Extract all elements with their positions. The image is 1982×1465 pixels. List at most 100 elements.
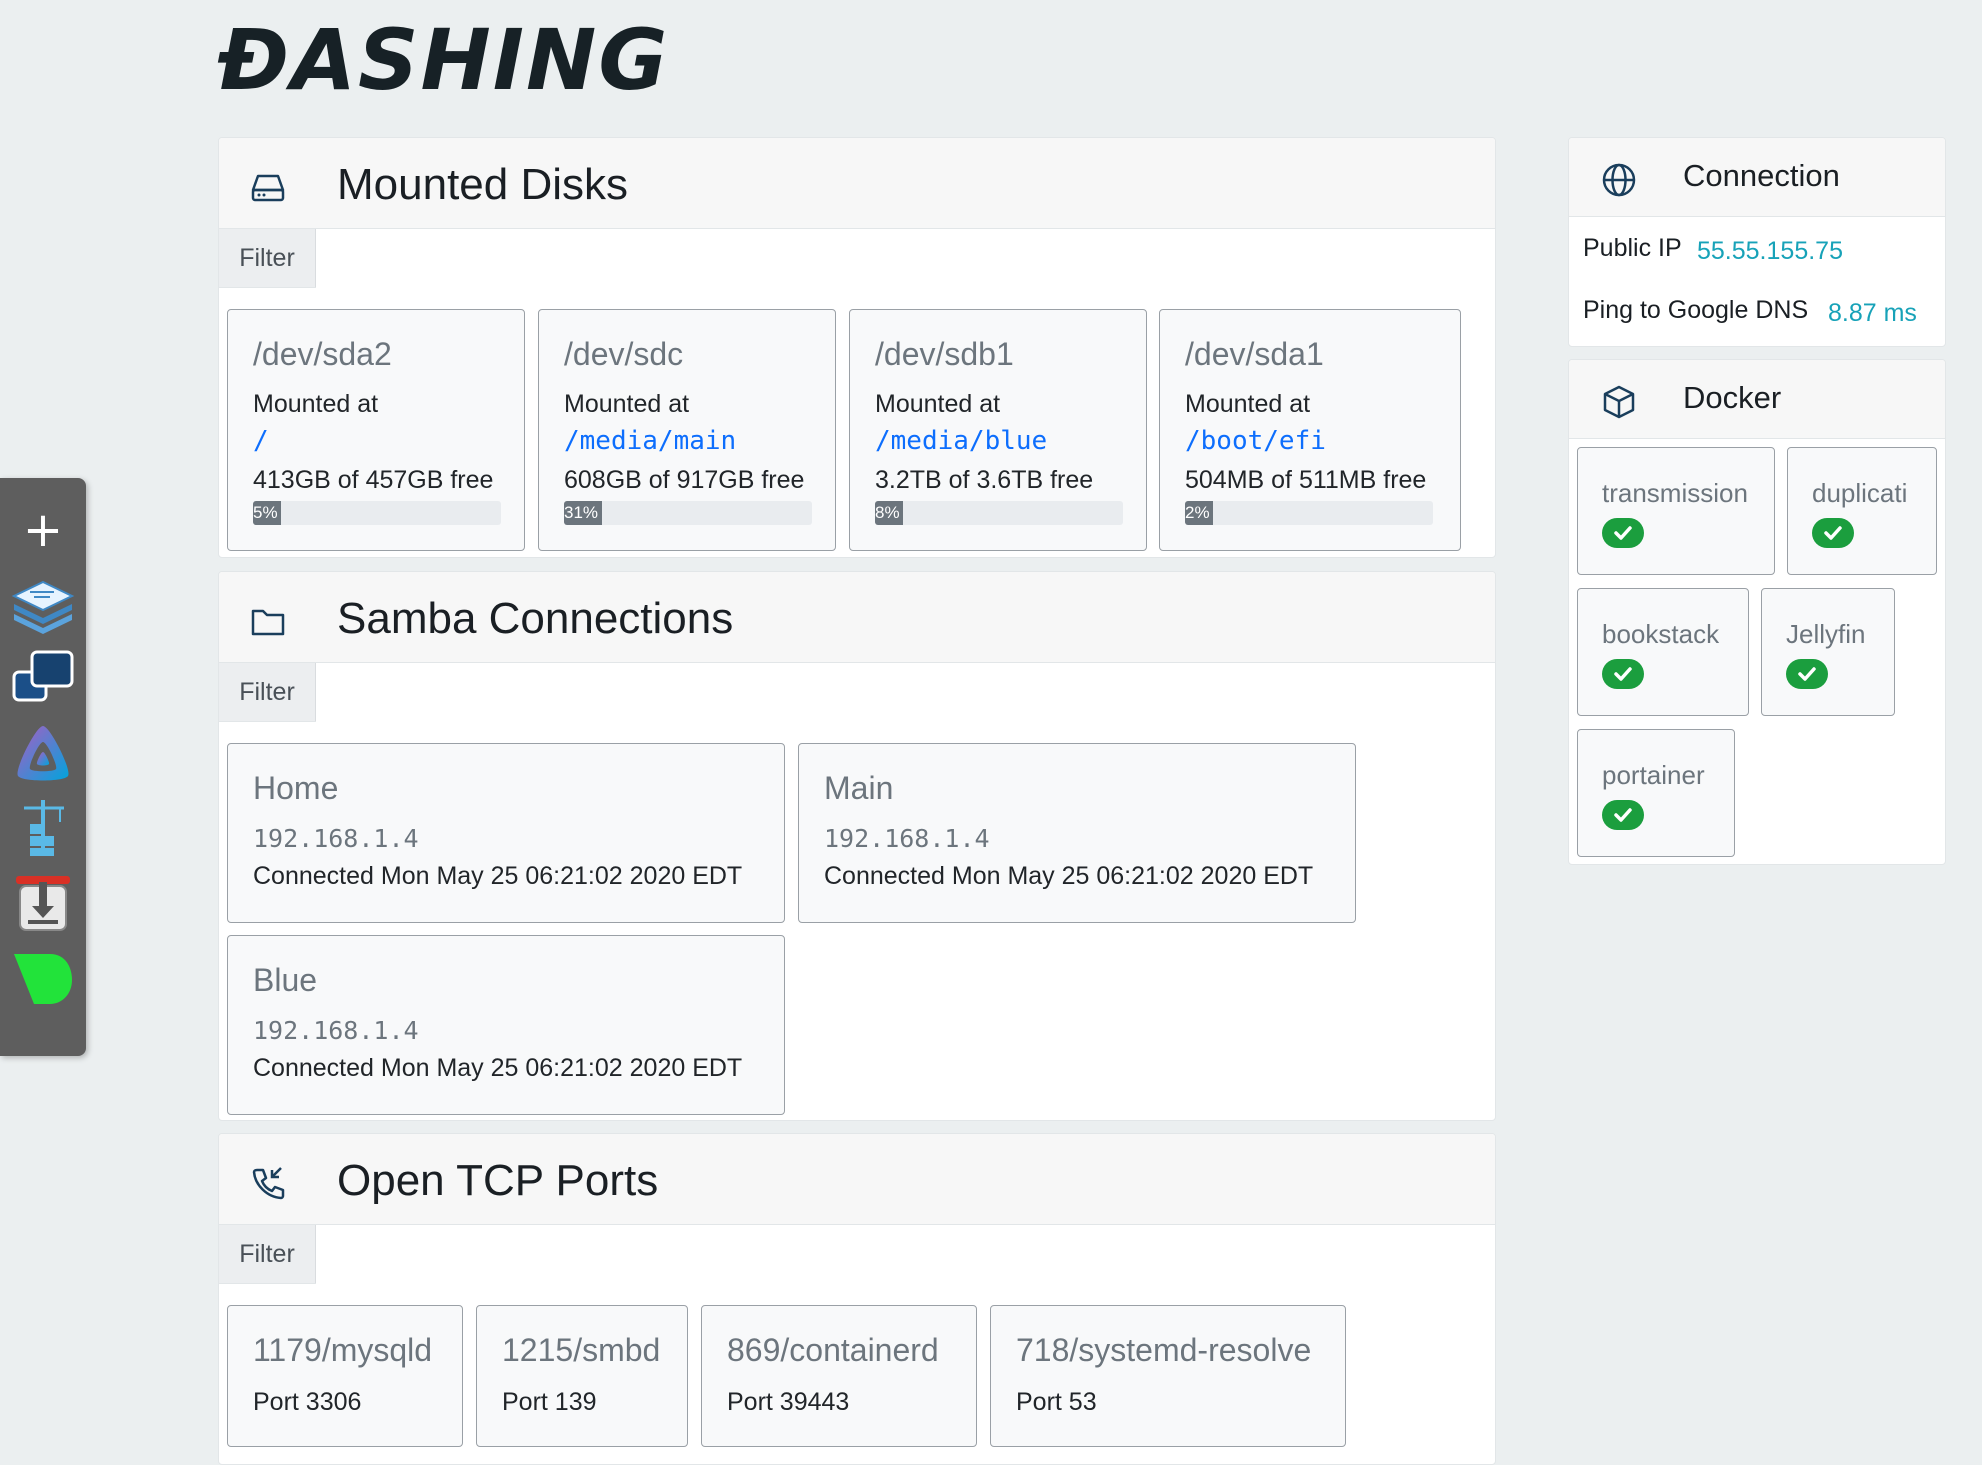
disk-usage-fill: 2% <box>1185 501 1213 525</box>
disk-mount-link[interactable]: /boot/efi <box>1185 426 1326 456</box>
dock-item-transmission[interactable] <box>10 872 76 936</box>
connection-title: Connection <box>1683 158 1840 193</box>
container-name: Jellyfin <box>1786 619 1866 649</box>
tcp-ports-title: Open TCP Ports <box>337 1156 659 1205</box>
docker-container-card[interactable]: bookstack <box>1577 588 1749 716</box>
dock-item-green-app[interactable] <box>10 946 76 1010</box>
docker-container-card[interactable]: Jellyfin <box>1761 588 1895 716</box>
tcp-port-process: 869/containerd <box>727 1332 939 1368</box>
hard-drive-icon <box>251 174 285 202</box>
docker-container-card[interactable]: duplicati <box>1787 447 1937 575</box>
mounted-at-label: Mounted at <box>253 390 379 418</box>
disk-usage: 3.2TB of 3.6TB free <box>875 466 1094 494</box>
mounted-disks-title: Mounted Disks <box>337 160 629 209</box>
samba-share-name: Main <box>824 770 894 806</box>
tcp-port-number: Port 139 <box>502 1388 597 1416</box>
tcp-ports-filter: Filter <box>219 1225 1495 1285</box>
disk-card: /dev/sda2 Mounted at / 413GB of 457GB fr… <box>227 309 525 551</box>
phone-incoming-icon <box>252 1167 285 1200</box>
disk-device: /dev/sdc <box>564 336 684 372</box>
tcp-port-process: 718/systemd-resolve <box>1016 1332 1312 1368</box>
mounted-disks-filter-input[interactable] <box>316 229 1495 289</box>
folder-icon <box>251 609 285 636</box>
tcp-port-card: 718/systemd-resolve Port 53 <box>990 1305 1346 1447</box>
globe-icon <box>1602 163 1636 197</box>
stacked-layers-icon <box>11 580 75 634</box>
container-name: duplicati <box>1812 478 1908 508</box>
status-badge <box>1602 800 1644 830</box>
samba-client-ip: 192.168.1.4 <box>253 824 419 853</box>
status-badge <box>1602 518 1644 548</box>
docker-title: Docker <box>1683 380 1782 415</box>
mounted-disks-header: Mounted Disks <box>219 138 1495 229</box>
add-app-button[interactable]: + <box>10 498 76 562</box>
samba-share-name: Home <box>253 770 339 806</box>
check-icon <box>1614 808 1632 822</box>
disk-card: /dev/sdc Mounted at /media/main 608GB of… <box>538 309 836 551</box>
disk-mount-link[interactable]: / <box>253 426 269 456</box>
check-icon <box>1824 526 1842 540</box>
mounted-disks-panel: Mounted Disks Filter /dev/sda2 Mounted a… <box>218 137 1496 558</box>
tcp-port-number: Port 3306 <box>253 1388 362 1416</box>
samba-panel: Samba Connections Filter Home 192.168.1.… <box>218 571 1496 1121</box>
tcp-port-process: 1215/smbd <box>502 1332 661 1368</box>
mounted-at-label: Mounted at <box>1185 390 1311 418</box>
tcp-ports-header: Open TCP Ports <box>219 1134 1495 1225</box>
disk-mount-link[interactable]: /media/blue <box>875 426 1047 456</box>
disk-mount-link[interactable]: /media/main <box>564 426 736 456</box>
tcp-port-process: 1179/mysqld <box>253 1332 433 1368</box>
tcp-port-number: Port 39443 <box>727 1388 850 1416</box>
disk-usage: 413GB of 457GB free <box>253 466 494 494</box>
disk-device: /dev/sda1 <box>1185 336 1324 372</box>
samba-connected-time: Connected Mon May 25 06:21:02 2020 EDT <box>253 1054 743 1082</box>
disk-usage-fill: 5% <box>253 501 281 525</box>
samba-share-name: Blue <box>253 962 318 998</box>
disk-usage-bar: 8% <box>875 501 1123 525</box>
mounted-disks-filter: Filter <box>219 229 1495 289</box>
samba-filter: Filter <box>219 663 1495 723</box>
samba-client-ip: 192.168.1.4 <box>253 1016 419 1045</box>
tcp-ports-filter-input[interactable] <box>316 1225 1495 1285</box>
samba-connection-card: Home 192.168.1.4 Connected Mon May 25 06… <box>227 743 785 923</box>
disk-usage-bar: 5% <box>253 501 501 525</box>
container-name: bookstack <box>1602 619 1720 649</box>
disk-device: /dev/sda2 <box>253 336 392 372</box>
app-logo: ĐASHING <box>218 11 670 109</box>
filter-label: Filter <box>219 229 316 287</box>
transmission-icon <box>16 876 70 931</box>
disk-usage: 608GB of 917GB free <box>564 466 805 494</box>
tcp-port-card: 1215/smbd Port 139 <box>476 1305 688 1447</box>
disk-usage-fill: 31% <box>564 501 602 525</box>
samba-filter-input[interactable] <box>316 663 1495 723</box>
dock-item-jellyfin[interactable] <box>10 722 76 786</box>
tcp-port-number: Port 53 <box>1016 1388 1097 1416</box>
filter-label: Filter <box>219 1225 316 1283</box>
connection-panel: Connection Public IP 55.55.155.75 Ping t… <box>1568 137 1946 347</box>
dock-item-stacked-layers[interactable] <box>10 572 76 636</box>
mounted-at-label: Mounted at <box>875 390 1001 418</box>
plus-icon: + <box>22 502 64 558</box>
disk-usage-fill: 8% <box>875 501 903 525</box>
samba-client-ip: 192.168.1.4 <box>824 824 990 853</box>
box-icon <box>1603 385 1635 419</box>
check-icon <box>1614 667 1632 681</box>
docker-container-card[interactable]: portainer <box>1577 729 1735 857</box>
filter-label: Filter <box>219 663 316 721</box>
ping-value: 8.87 ms <box>1828 299 1917 327</box>
remote-desktop-icon <box>12 650 74 702</box>
check-icon <box>1614 526 1632 540</box>
status-badge <box>1786 659 1828 689</box>
app-dock: + <box>0 478 86 1056</box>
disk-usage-bar: 2% <box>1185 501 1433 525</box>
dock-item-docker-crane[interactable] <box>10 796 76 860</box>
samba-connection-card: Blue 192.168.1.4 Connected Mon May 25 06… <box>227 935 785 1115</box>
docker-crane-icon <box>24 800 64 856</box>
ping-label: Ping to Google DNS <box>1583 296 1809 324</box>
docker-container-card[interactable]: transmission <box>1577 447 1775 575</box>
jellyfin-icon <box>17 726 69 781</box>
dock-item-remote-desktop[interactable] <box>10 646 76 710</box>
docker-panel: Docker transmission duplicati bookstack … <box>1568 359 1946 865</box>
tcp-port-card: 1179/mysqld Port 3306 <box>227 1305 463 1447</box>
container-name: portainer <box>1602 760 1705 790</box>
status-badge <box>1602 659 1644 689</box>
